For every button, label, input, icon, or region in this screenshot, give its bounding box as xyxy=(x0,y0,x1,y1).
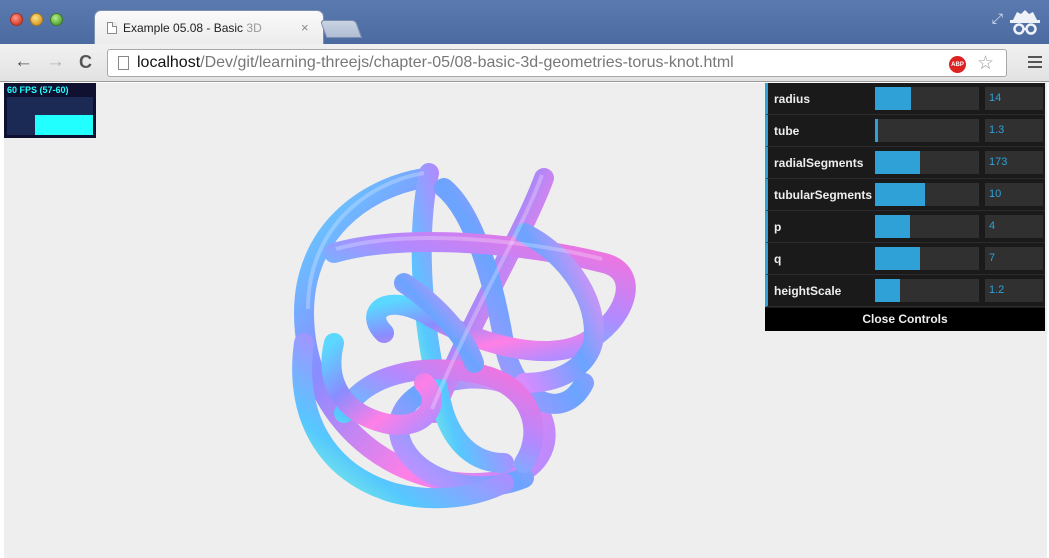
close-window-button[interactable] xyxy=(10,13,23,26)
control-label: p xyxy=(774,220,782,234)
slider-fill xyxy=(875,151,920,174)
control-number-input-tubularSegments[interactable]: 10 xyxy=(985,183,1043,206)
control-number-input-q[interactable]: 7 xyxy=(985,247,1043,270)
title-bar: Example 05.08 - Basic 3D × ⤢ xyxy=(0,0,1049,44)
control-label: q xyxy=(774,252,782,266)
control-label: tube xyxy=(774,124,800,138)
incognito-icon xyxy=(1010,10,1040,35)
control-slider-radius[interactable] xyxy=(875,87,979,110)
new-tab-button[interactable] xyxy=(319,20,363,38)
control-slider-tubularSegments[interactable] xyxy=(875,183,979,206)
address-bar[interactable]: localhost/Dev/git/learning-threejs/chapt… xyxy=(107,49,1007,77)
url-host: localhost xyxy=(137,54,201,71)
slider-fill xyxy=(875,215,910,238)
adblock-icon[interactable]: ABP xyxy=(949,56,966,73)
minimize-window-button[interactable] xyxy=(30,13,43,26)
control-row-heightScale: heightScale 1.2 xyxy=(765,275,1045,307)
control-slider-heightScale[interactable] xyxy=(875,279,979,302)
controls-panel: radius 14 tube 1.3 radialSegments 173 tubularS… xyxy=(765,83,1045,331)
control-label: radius xyxy=(774,92,811,106)
control-slider-radialSegments[interactable] xyxy=(875,151,979,174)
control-label: tubularSegments xyxy=(774,188,873,202)
control-slider-q[interactable] xyxy=(875,247,979,270)
restore-icon[interactable]: ⤢ xyxy=(992,10,1003,27)
tab-title: Example 05.08 - Basic 3D xyxy=(123,20,262,35)
control-row-tubularSegments: tubularSegments 10 xyxy=(765,179,1045,211)
fps-stats-panel[interactable]: 60 FPS (57-60) xyxy=(4,83,96,138)
fps-text: 60 FPS (57-60) xyxy=(7,85,69,95)
control-label: radialSegments xyxy=(774,156,864,170)
bookmark-star-icon[interactable]: ☆ xyxy=(977,52,994,75)
control-slider-tube[interactable] xyxy=(875,119,979,142)
page-icon xyxy=(107,21,117,34)
control-row-q: q7 xyxy=(765,243,1045,275)
control-number-input-radialSegments[interactable]: 173 xyxy=(985,151,1043,174)
url-path: /Dev/git/learning-threejs/chapter-05/08-… xyxy=(200,54,734,71)
control-slider-p[interactable] xyxy=(875,215,979,238)
menu-icon[interactable] xyxy=(1028,56,1042,71)
control-row-radialSegments: radialSegments 173 xyxy=(765,147,1045,179)
control-row-radius: radius 14 xyxy=(765,83,1045,115)
reload-button[interactable]: C xyxy=(79,52,92,73)
fps-graph-fill xyxy=(35,115,93,135)
forward-button[interactable]: → xyxy=(46,51,65,73)
control-number-input-tube[interactable]: 1.3 xyxy=(985,119,1043,142)
slider-fill xyxy=(875,279,900,302)
navigation-toolbar: ← → C localhost/Dev/git/learning-threejs… xyxy=(0,44,1049,82)
back-button[interactable]: ← xyxy=(14,51,33,73)
slider-fill xyxy=(875,183,925,206)
control-label: heightScale xyxy=(774,284,842,298)
control-number-input-heightScale[interactable]: 1.2 xyxy=(985,279,1043,302)
fps-graph xyxy=(7,97,93,135)
slider-fill xyxy=(875,87,911,110)
zoom-window-button[interactable] xyxy=(50,13,63,26)
slider-fill xyxy=(875,247,920,270)
tab-close-icon[interactable]: × xyxy=(301,20,309,35)
close-controls-button[interactable]: Close Controls xyxy=(765,308,1045,331)
control-number-input-p[interactable]: 4 xyxy=(985,215,1043,238)
control-row-p: p4 xyxy=(765,211,1045,243)
slider-fill xyxy=(875,119,878,142)
control-row-tube: tube 1.3 xyxy=(765,115,1045,147)
document-icon xyxy=(118,56,129,70)
control-number-input-radius[interactable]: 14 xyxy=(985,87,1043,110)
tab-active[interactable]: Example 05.08 - Basic 3D × xyxy=(94,10,324,44)
